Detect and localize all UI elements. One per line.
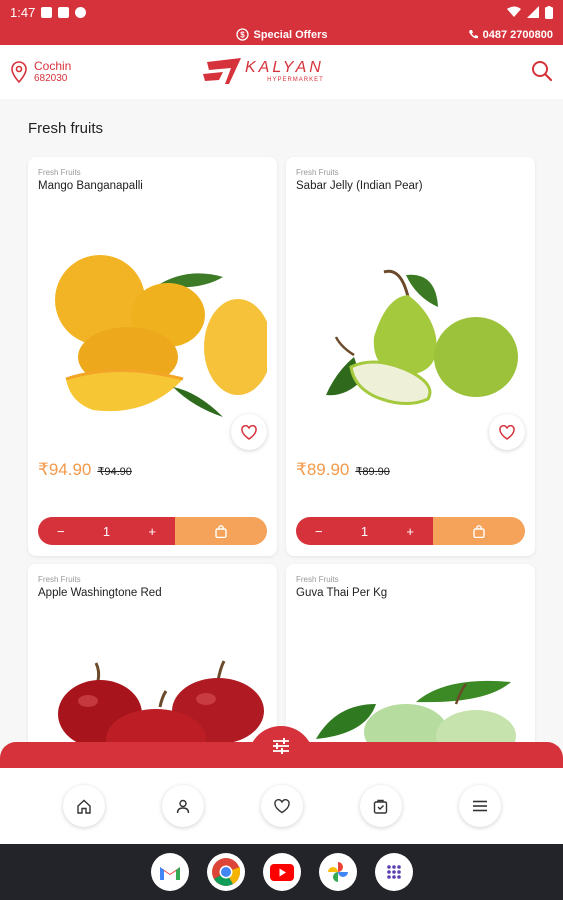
mrp-price: ₹89.90 <box>355 466 390 478</box>
bottom-navigation <box>0 768 563 844</box>
offer-badge-icon: $ <box>235 28 249 41</box>
chrome-app-button[interactable] <box>206 853 245 891</box>
shopping-bag-icon <box>473 524 485 538</box>
vpn-icon <box>75 6 87 18</box>
heart-icon <box>241 424 257 440</box>
photos-app-button[interactable] <box>318 853 357 891</box>
system-status-bar: 1:47 <box>0 0 563 24</box>
home-icon <box>76 799 91 814</box>
quantity-value: 1 <box>360 523 369 539</box>
profile-icon <box>176 799 189 813</box>
gmail-app-button[interactable] <box>150 853 189 891</box>
svg-text:$: $ <box>240 30 245 39</box>
nav-profile-button[interactable] <box>161 785 204 827</box>
quantity-stepper: − 1 + <box>38 517 175 545</box>
product-name: Sabar Jelly (Indian Pear) <box>296 180 423 192</box>
add-to-cart-button[interactable] <box>433 517 525 545</box>
youtube-app-button[interactable] <box>262 853 301 891</box>
increase-qty-button[interactable]: + <box>137 524 167 539</box>
wifi-icon <box>507 6 521 17</box>
product-category: Fresh Fruits <box>38 168 81 177</box>
system-taskbar <box>0 844 563 900</box>
app-header: Cochin 682030 KALYAN HYPERMARKET <box>0 45 563 99</box>
gmail-icon <box>159 866 180 880</box>
quantity-stepper: − 1 + <box>296 517 433 545</box>
heart-icon <box>499 424 515 440</box>
product-card[interactable]: Fresh Fruits Apple Washingtone Red <box>28 564 277 754</box>
cart-controls: − 1 + <box>38 517 267 545</box>
wishlist-button[interactable] <box>489 414 525 450</box>
quantity-value: 1 <box>102 523 111 539</box>
product-card[interactable]: Fresh Fruits Guva Thai Per Kg <box>286 564 535 754</box>
apple-image <box>58 660 264 754</box>
phone-icon <box>468 30 478 39</box>
increase-qty-button[interactable]: + <box>395 524 425 539</box>
nav-orders-button[interactable] <box>359 785 402 827</box>
product-name: Apple Washingtone Red <box>38 587 162 599</box>
nav-wishlist-button[interactable] <box>260 785 303 827</box>
location-pincode: 682030 <box>34 73 68 85</box>
search-button[interactable] <box>531 60 553 82</box>
search-icon <box>532 61 553 82</box>
product-category: Fresh Fruits <box>296 168 339 177</box>
brand-name: KALYAN <box>245 59 324 76</box>
product-name: Guva Thai Per Kg <box>296 587 388 599</box>
product-name: Mango Banganapalli <box>38 180 143 192</box>
nav-home-button[interactable] <box>62 785 105 827</box>
pear-image <box>326 269 518 405</box>
mango-image <box>55 255 267 417</box>
product-category: Fresh Fruits <box>296 575 339 584</box>
decrease-qty-button[interactable]: − <box>304 524 334 539</box>
orders-icon <box>373 799 388 814</box>
youtube-icon <box>269 863 294 881</box>
location-city: Cochin <box>34 58 72 73</box>
menu-icon <box>472 800 487 812</box>
phone-link[interactable]: 0487 2700800 <box>468 24 553 45</box>
product-card[interactable]: Fresh Fruits Mango Banganapalli ₹94.90 ₹… <box>28 157 277 556</box>
product-category: Fresh Fruits <box>38 575 81 584</box>
battery-icon <box>545 5 553 19</box>
brand-subtitle: HYPERMARKET <box>267 77 324 83</box>
photos-pinwheel-icon <box>327 862 348 882</box>
app-drawer-button[interactable] <box>374 853 413 891</box>
phone-number: 0487 2700800 <box>482 28 553 41</box>
sim-icon <box>58 6 70 18</box>
cart-controls: − 1 + <box>296 517 525 545</box>
product-card[interactable]: Fresh Fruits Sabar Jelly (Indian Pear) ₹… <box>286 157 535 556</box>
add-to-cart-button[interactable] <box>175 517 267 545</box>
offers-bar: $ Special Offers 0487 2700800 <box>0 24 563 45</box>
shopping-bag-icon <box>215 524 227 538</box>
app-grid-icon <box>386 865 401 879</box>
decrease-qty-button[interactable]: − <box>46 524 76 539</box>
sale-price: ₹94.90 <box>38 460 92 479</box>
clock: 1:47 <box>10 4 36 20</box>
location-pin-icon <box>11 61 27 83</box>
sale-price: ₹89.90 <box>296 460 350 479</box>
logo-mark-icon <box>203 58 241 84</box>
chrome-icon <box>211 858 240 886</box>
special-offers-label: Special Offers <box>253 28 328 41</box>
signal-icon <box>527 6 539 18</box>
filter-sliders-icon <box>273 738 289 754</box>
special-offers-link[interactable]: $ Special Offers <box>235 28 328 41</box>
notification-icon <box>41 6 53 18</box>
location-selector[interactable]: Cochin 682030 <box>10 58 72 85</box>
section-title: Fresh fruits <box>28 120 104 137</box>
mrp-price: ₹94.90 <box>97 466 132 478</box>
wishlist-button[interactable] <box>231 414 267 450</box>
nav-menu-button[interactable] <box>458 785 501 827</box>
wishlist-icon <box>273 798 290 813</box>
brand-logo[interactable]: KALYAN HYPERMARKET <box>203 56 324 86</box>
